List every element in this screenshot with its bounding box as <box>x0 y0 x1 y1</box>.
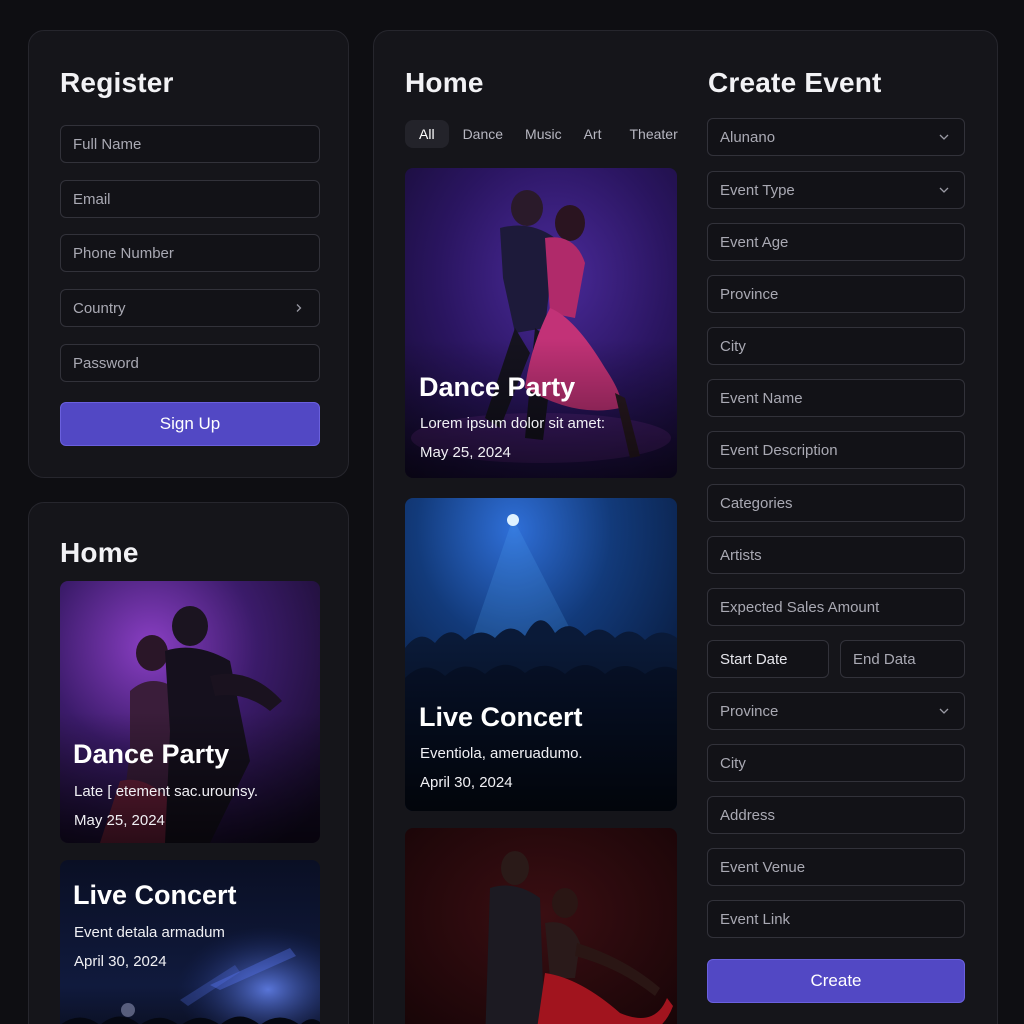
event-card-live-concert[interactable]: Live Concert Event detala armadum April … <box>60 860 320 1024</box>
card-description: Lorem ipsum dolor sit amet: <box>420 415 606 432</box>
live-concert-image <box>405 498 677 811</box>
card-description: Eventiola, ameruadumo. <box>420 745 583 762</box>
province-select-value: Province <box>720 702 779 720</box>
card-title: Live Concert <box>419 702 583 732</box>
country-select[interactable]: Country <box>60 289 320 327</box>
start-date-input[interactable]: Start Date <box>707 640 829 678</box>
event-age-placeholder: Event Age <box>720 233 789 251</box>
event-card-tango[interactable] <box>405 828 677 1024</box>
categories-input[interactable]: Categories <box>707 484 965 522</box>
email-placeholder: Email <box>73 190 111 208</box>
phone-number-input[interactable]: Phone Number <box>60 234 320 272</box>
city-input[interactable]: City <box>707 327 965 365</box>
province-input[interactable]: Province <box>707 275 965 313</box>
main-panel: Home All Dance Music Art Theater Dance P… <box>373 30 998 1024</box>
expected-sales-amount-input[interactable]: Expected Sales Amount <box>707 588 965 626</box>
event-venue-placeholder: Event Venue <box>720 858 806 876</box>
province-placeholder: Province <box>720 285 779 303</box>
card-title: Dance Party <box>419 372 576 402</box>
home-left-panel: Home Dance Party Late [etement sac.urou… <box>28 502 349 1024</box>
city-placeholder: City <box>720 337 746 355</box>
category-tabs: All Dance Music Art Theater <box>405 120 678 148</box>
card-date: April 30, 2024 <box>420 774 513 791</box>
province-select[interactable]: Province <box>707 692 965 730</box>
event-description-input[interactable]: Event Description <box>707 431 965 469</box>
end-date-placeholder: End Data <box>853 650 916 668</box>
create-button[interactable]: Create <box>707 959 965 1003</box>
email-input[interactable]: Email <box>60 180 320 218</box>
event-venue-input[interactable]: Event Venue <box>707 848 965 886</box>
sign-up-button[interactable]: Sign Up <box>60 402 320 446</box>
event-link-placeholder: Event Link <box>720 910 791 928</box>
card-description: Event detala armadum <box>74 924 225 941</box>
card-title: Live Concert <box>73 880 237 910</box>
create-event-title: Create Event <box>708 67 882 98</box>
start-date-placeholder: Start Date <box>720 650 788 668</box>
chevron-right-icon <box>291 300 307 316</box>
password-placeholder: Password <box>73 354 139 372</box>
tab-art[interactable]: Art <box>570 120 616 148</box>
address-input[interactable]: Address <box>707 796 965 834</box>
tab-theater[interactable]: Theater <box>615 120 677 148</box>
event-description-placeholder: Event Description <box>720 441 838 459</box>
categories-placeholder: Categories <box>720 494 793 512</box>
dance-party-image <box>60 581 320 843</box>
password-input[interactable]: Password <box>60 344 320 382</box>
full-name-placeholder: Full Name <box>73 135 142 153</box>
event-link-input[interactable]: Event Link <box>707 900 965 938</box>
artists-input[interactable]: Artists <box>707 536 965 574</box>
expected-sales-amount-placeholder: Expected Sales Amount <box>720 598 880 616</box>
phone-number-placeholder: Phone Number <box>73 244 174 262</box>
chevron-down-icon <box>936 703 952 719</box>
organizer-select-value: Alunano <box>720 128 776 146</box>
event-name-placeholder: Event Name <box>720 389 803 407</box>
full-name-input[interactable]: Full Name <box>60 125 320 163</box>
register-panel: Register Full Name Email Phone Number Co… <box>28 30 349 478</box>
organizer-select[interactable]: Alunano <box>707 118 965 156</box>
end-date-input[interactable]: End Data <box>840 640 965 678</box>
event-type-value: Event Type <box>720 181 795 199</box>
city-input-2[interactable]: City <box>707 744 965 782</box>
register-title: Register <box>60 67 174 98</box>
event-card-dance-party[interactable]: Dance Party Lorem ipsum dolor sit amet: … <box>405 168 677 478</box>
chevron-down-icon <box>936 182 952 198</box>
tab-all[interactable]: All <box>405 120 449 148</box>
event-card-live-concert[interactable]: Live Concert Eventiola, ameruadumo. Apri… <box>405 498 677 811</box>
home-left-title: Home <box>60 537 139 568</box>
country-placeholder: Country <box>73 299 126 317</box>
card-date: May 25, 2024 <box>420 444 511 461</box>
address-placeholder: Address <box>720 806 776 824</box>
chevron-down-icon <box>936 129 952 145</box>
card-title: Dance Party <box>73 739 230 769</box>
event-age-input[interactable]: Event Age <box>707 223 965 261</box>
tango-dance-image <box>405 828 677 1024</box>
tab-music[interactable]: Music <box>517 120 570 148</box>
tab-dance[interactable]: Dance <box>449 120 517 148</box>
event-card-dance-party[interactable]: Dance Party Late [ etement sac.urounsy. … <box>60 581 320 843</box>
home-title: Home <box>405 67 484 98</box>
card-date: May 25, 2024 <box>74 812 165 829</box>
card-description: Late [ etement sac.urounsy. <box>74 783 258 800</box>
event-type-select[interactable]: Event Type <box>707 171 965 209</box>
artists-placeholder: Artists <box>720 546 762 564</box>
card-date: April 30, 2024 <box>74 953 167 970</box>
city-placeholder: City <box>720 754 746 772</box>
event-name-input[interactable]: Event Name <box>707 379 965 417</box>
